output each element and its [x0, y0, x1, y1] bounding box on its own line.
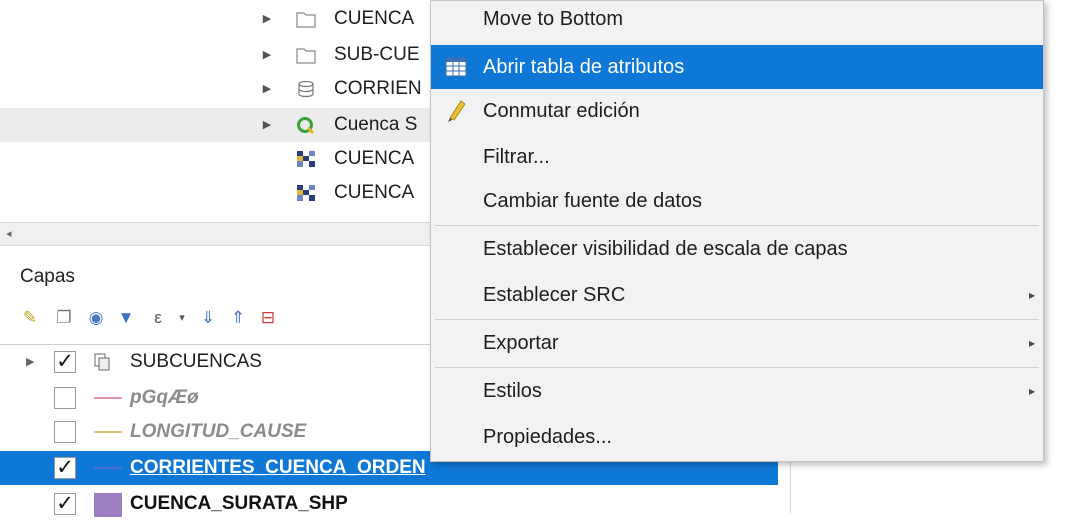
menu-item-label: Abrir tabla de atributos — [483, 56, 685, 78]
menu-item-label: Establecer visibilidad de escala de capa… — [483, 238, 848, 260]
browser-item[interactable]: CUENCA — [0, 176, 430, 210]
context-menu: Move to Bottom Abrir tabla de atributos … — [430, 0, 1044, 462]
menu-separator — [435, 225, 1039, 226]
line-symbol-icon — [94, 467, 122, 469]
submenu-arrow-icon: ▸ — [1028, 336, 1035, 350]
menu-item-styles[interactable]: Estilos ▸ — [431, 369, 1043, 413]
browser-item-label: CUENCA — [334, 182, 415, 203]
menu-item-label: Filtrar... — [483, 146, 550, 168]
layer-checkbox[interactable] — [54, 421, 76, 443]
collapse-all-icon[interactable]: ⇑ — [226, 306, 250, 330]
expand-arrow-icon[interactable]: ▶ — [262, 2, 272, 36]
menu-item-label: Exportar — [483, 332, 559, 354]
menu-item-open-attribute-table[interactable]: Abrir tabla de atributos — [431, 45, 1043, 89]
open-layer-styling-icon[interactable]: ✎ — [18, 306, 42, 330]
remove-layer-icon[interactable]: ⊟ — [256, 306, 280, 330]
menu-separator — [435, 367, 1039, 368]
layers-panel-title: Capas — [20, 266, 75, 287]
dropdown-icon[interactable]: ▾ — [170, 306, 194, 330]
attribute-table-icon — [445, 57, 467, 77]
folder-icon — [296, 12, 316, 28]
layer-name: CORRIENTES_CUENCA_ORDEN — [130, 457, 426, 478]
layer-row[interactable]: ✓ CUENCA_SURATA_SHP — [0, 487, 778, 521]
submenu-arrow-icon: ▸ — [1028, 288, 1035, 302]
menu-item-label: Estilos — [483, 380, 542, 402]
browser-item-label: CUENCA — [334, 8, 415, 29]
layer-checkbox[interactable]: ✓ — [54, 351, 76, 373]
layer-name: SUBCUENCAS — [130, 351, 262, 372]
menu-item-move-to-bottom[interactable]: Move to Bottom — [431, 0, 1043, 41]
layer-name: CUENCA_SURATA_SHP — [130, 493, 348, 514]
layer-name: LONGITUD_CAUSE — [130, 421, 307, 442]
layer-name: pGqÆø — [130, 387, 199, 408]
expand-arrow-icon[interactable]: ▶ — [26, 345, 34, 379]
browser-item[interactable]: ▶ SUB-CUE — [0, 38, 430, 72]
browser-item[interactable]: ▶ CUENCA — [0, 2, 430, 36]
raster-icon — [297, 185, 315, 201]
pencil-icon — [448, 100, 466, 122]
add-group-icon[interactable]: ❐ — [52, 306, 76, 330]
expand-arrow-icon[interactable]: ▶ — [262, 38, 272, 72]
expand-arrow-icon[interactable]: ▶ — [262, 72, 272, 106]
submenu-arrow-icon: ▸ — [1028, 384, 1035, 398]
menu-item-label: Cambiar fuente de datos — [483, 190, 703, 212]
menu-item-filter[interactable]: Filtrar... — [431, 135, 1043, 179]
folder-icon — [296, 48, 316, 64]
browser-item[interactable]: ▶ Cuenca S — [0, 108, 430, 142]
expand-all-icon[interactable]: ⇓ — [196, 306, 220, 330]
raster-icon — [297, 151, 315, 167]
browser-item-label: Cuenca S — [334, 114, 418, 135]
menu-item-toggle-editing[interactable]: Conmutar edición — [431, 89, 1043, 133]
filter-expression-icon[interactable]: ε — [146, 306, 170, 330]
browser-item-label: CORRIEN — [334, 78, 422, 99]
menu-item-label: Conmutar edición — [483, 100, 640, 122]
browser-item-label: CUENCA — [334, 148, 415, 169]
layer-checkbox[interactable] — [54, 387, 76, 409]
qgis-project-icon — [297, 117, 315, 134]
menu-separator — [435, 319, 1039, 320]
menu-item-set-scale-visibility[interactable]: Establecer visibilidad de escala de capa… — [431, 227, 1043, 271]
manage-visibility-icon[interactable]: ◉ — [84, 306, 108, 330]
layer-group-icon — [94, 353, 110, 371]
polygon-symbol-icon — [94, 493, 122, 517]
scroll-left-icon[interactable]: ◂ — [6, 223, 20, 245]
menu-item-export[interactable]: Exportar ▸ — [431, 321, 1043, 365]
menu-item-properties[interactable]: Propiedades... — [431, 415, 1043, 459]
expand-arrow-icon[interactable]: ▶ — [262, 108, 272, 142]
menu-item-label: Establecer SRC — [483, 284, 626, 306]
layer-checkbox[interactable]: ✓ — [54, 457, 76, 479]
menu-item-change-data-source[interactable]: Cambiar fuente de datos — [431, 179, 1043, 223]
browser-item-label: SUB-CUE — [334, 44, 420, 65]
menu-item-set-crs[interactable]: Establecer SRC ▸ — [431, 273, 1043, 317]
line-symbol-icon — [94, 397, 122, 399]
browser-item[interactable]: ▶ CORRIEN — [0, 72, 430, 106]
browser-item[interactable]: CUENCA — [0, 142, 430, 176]
filter-legend-icon[interactable]: ▼ — [114, 306, 138, 330]
menu-item-label: Propiedades... — [483, 426, 612, 448]
database-icon — [298, 80, 314, 98]
line-symbol-icon — [94, 431, 122, 433]
menu-item-label: Move to Bottom — [483, 8, 624, 30]
